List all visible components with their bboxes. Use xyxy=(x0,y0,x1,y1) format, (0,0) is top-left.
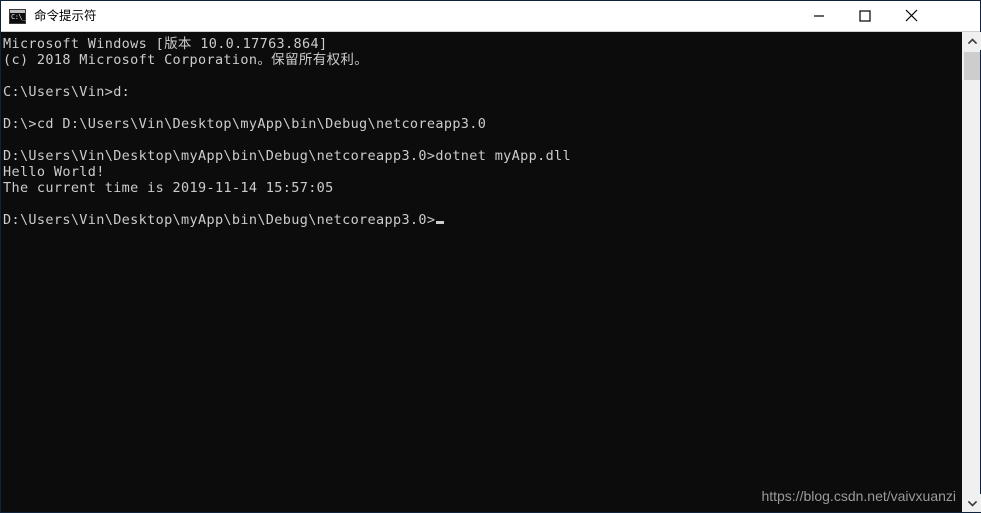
console-output-area[interactable]: Microsoft Windows [版本 10.0.17763.864] (c… xyxy=(1,32,962,512)
scroll-up-button[interactable] xyxy=(963,32,981,50)
console-line: Microsoft Windows [版本 10.0.17763.864] xyxy=(3,36,328,52)
cmd-icon: C:\_ xyxy=(9,8,26,24)
watermark-text: https://blog.csdn.net/vaivxuanzi xyxy=(761,488,956,504)
command-prompt-window: C:\_ 命令提示符 Microsoft Windows [版本 10.0.17… xyxy=(0,0,981,513)
console-prompt: D:\Users\Vin\Desktop\myApp\bin\Debug\net… xyxy=(3,212,436,228)
minimize-button[interactable] xyxy=(796,1,842,30)
chevron-up-icon xyxy=(967,37,977,44)
window-title: 命令提示符 xyxy=(34,9,97,23)
maximize-button[interactable] xyxy=(842,1,888,30)
vertical-scrollbar[interactable] xyxy=(962,32,981,512)
scrollbar-thumb[interactable] xyxy=(964,52,980,80)
window-body: Microsoft Windows [版本 10.0.17763.864] (c… xyxy=(1,32,981,512)
console-line: D:\Users\Vin\Desktop\myApp\bin\Debug\net… xyxy=(3,148,572,164)
minimize-icon xyxy=(814,14,824,17)
title-bar[interactable]: C:\_ 命令提示符 xyxy=(1,1,980,32)
console-line: Hello World! xyxy=(3,164,105,180)
console-prompt-line: D:\Users\Vin\Desktop\myApp\bin\Debug\net… xyxy=(1,212,962,228)
close-icon xyxy=(905,9,917,22)
console-line: C:\Users\Vin>d: xyxy=(3,84,131,100)
console-line: The current time is 2019-11-14 15:57:05 xyxy=(3,180,334,196)
close-button[interactable] xyxy=(888,1,934,30)
console-line: D:\>cd D:\Users\Vin\Desktop\myApp\bin\De… xyxy=(3,116,487,132)
scroll-down-button[interactable] xyxy=(963,494,981,512)
console-line: (c) 2018 Microsoft Corporation。保留所有权利。 xyxy=(3,52,369,68)
cmd-icon-glyph: C:\_ xyxy=(11,12,26,21)
console-cursor xyxy=(436,221,445,224)
chevron-down-icon xyxy=(967,500,977,507)
maximize-icon xyxy=(859,9,871,22)
